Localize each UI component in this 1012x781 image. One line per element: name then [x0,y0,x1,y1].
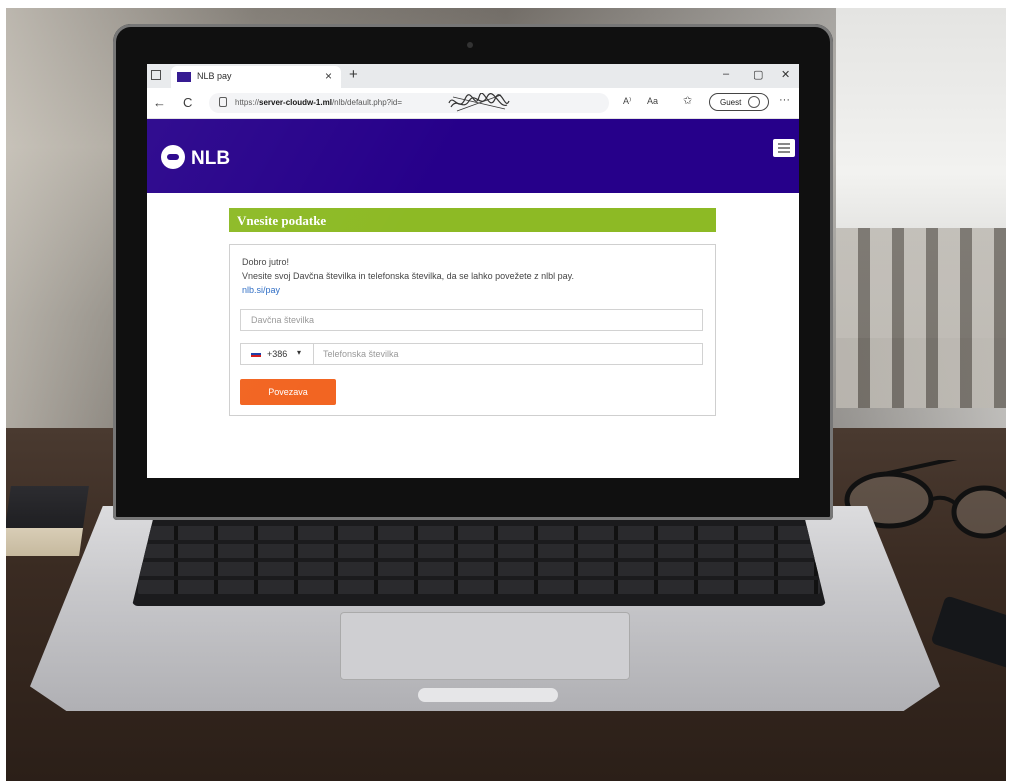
maximize-icon[interactable]: ▢ [753,68,763,81]
dropdown-caret-icon: ▾ [297,348,302,357]
read-aloud-icon[interactable]: A⁾ [623,96,631,107]
brand-name: NLB [191,148,231,169]
hamburger-menu-icon[interactable] [773,139,795,157]
slovenia-flag-icon [251,351,261,357]
more-menu-icon[interactable]: ··· [779,94,790,106]
nlb-pay-link[interactable]: nlb.si/pay [242,285,280,295]
greeting-text: Dobro jutro! [242,257,290,267]
connect-button[interactable]: Povezava [240,379,336,405]
close-tab-icon[interactable]: × [325,69,332,83]
guest-profile-button[interactable]: Guest [709,93,769,111]
profile-avatar-icon [748,96,760,108]
guest-label: Guest [720,98,742,107]
address-bar: ← C https://server-cloudw-1.ml/nlb/defau… [147,88,799,119]
tab-title: NLB pay [197,71,232,81]
lock-icon[interactable] [219,97,227,107]
instruction-text: Vnesite svoj Davčna številka in telefons… [242,271,575,281]
back-arrow-icon[interactable]: ← [153,95,166,110]
browser-window: NLB pay × + – ▢ ✕ ← C https://server-clo… [147,64,799,478]
login-form: Dobro jutro! Vnesite svoj Davčna številk… [229,244,716,416]
browser-tab-square-icon[interactable] [151,70,161,80]
laptop-trackpad [340,612,630,680]
laptop-notch [418,688,558,702]
tab-bar: NLB pay × + – ▢ ✕ [147,64,799,88]
book [6,486,89,556]
refresh-icon[interactable]: C [183,95,192,110]
tax-number-input[interactable]: Davčna številka [240,309,703,331]
form-heading: Vnesite podatke [237,213,327,228]
minimize-icon[interactable]: – [723,68,729,80]
site-header: NLB [147,119,799,193]
favorites-star-icon[interactable]: ✩ [683,94,692,107]
form-heading-bar: Vnesite podatke [229,208,716,232]
new-tab-icon[interactable]: + [349,66,358,83]
nlb-favicon-icon [177,72,191,82]
close-window-icon[interactable]: ✕ [781,68,790,81]
phone-number-field[interactable]: +386 ▾ Telefonska številka [240,343,703,365]
text-size-icon[interactable]: Aa [647,96,658,106]
phone-input[interactable]: Telefonska številka [323,349,399,359]
background-shelf [836,228,1006,408]
redaction-scribble-icon [448,93,510,112]
url-field[interactable]: https://server-cloudw-1.ml/nlb/default.p… [209,93,609,113]
webcam [467,42,473,48]
laptop-keyboard [132,520,826,606]
browser-tab[interactable]: NLB pay × [171,66,341,88]
url-text: https://server-cloudw-1.ml/nlb/default.p… [235,98,402,107]
country-dial-code: +386 [267,349,288,359]
nlb-logo-icon [161,145,185,169]
country-code-select[interactable]: +386 ▾ [241,344,314,364]
